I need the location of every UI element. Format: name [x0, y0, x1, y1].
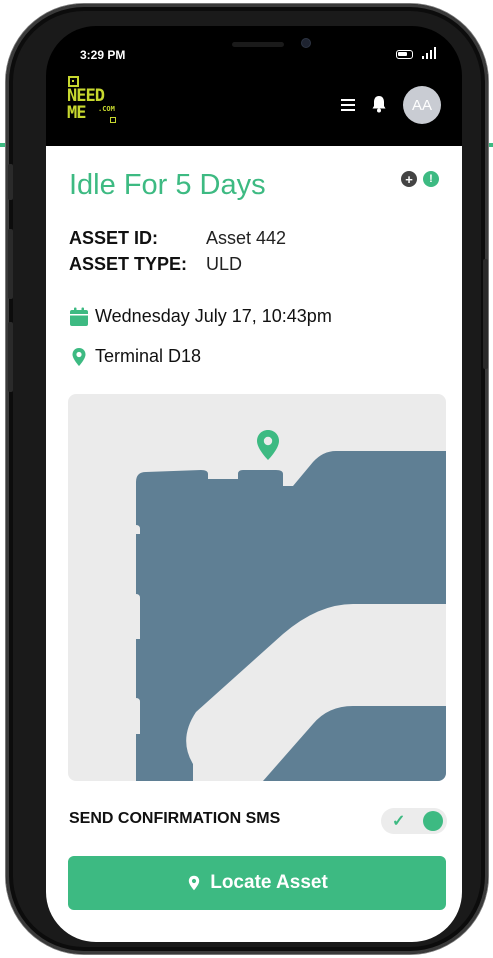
asset-map[interactable]	[68, 394, 446, 781]
asset-type-row: ASSET TYPE: ULD	[69, 254, 242, 275]
asset-id-row: ASSET ID: Asset 442	[69, 228, 286, 249]
logo-word-me: ME	[67, 103, 87, 123]
location-row: Terminal D18	[69, 346, 201, 367]
mute-switch	[8, 164, 13, 200]
signal-icon	[422, 47, 438, 59]
date-row: Wednesday July 17, 10:43pm	[69, 306, 332, 327]
terminal-annex	[263, 706, 446, 781]
volume-up-button	[8, 229, 13, 299]
asset-id-value: Asset 442	[206, 228, 287, 248]
camera-icon	[301, 38, 311, 48]
sms-toggle[interactable]: ✓	[381, 808, 447, 834]
avatar[interactable]: AA	[403, 86, 441, 124]
asset-type-label: ASSET TYPE:	[69, 254, 188, 274]
needme-logo[interactable]: NEED ME .COM	[67, 76, 128, 132]
page-title: Idle For 5 Days	[69, 169, 266, 201]
map-pin-icon	[72, 347, 86, 366]
map-pin-marker-icon[interactable]	[257, 430, 279, 460]
calendar-icon	[70, 307, 88, 326]
check-icon: ✓	[392, 813, 406, 830]
sms-toggle-label: SEND CONFIRMATION SMS	[69, 810, 281, 827]
power-button	[483, 259, 488, 369]
screen: 3:29 PM NEED ME .COM AA Idle For 5 Days	[46, 26, 462, 942]
asset-type-value: ULD	[206, 254, 243, 274]
date-text: Wednesday July 17, 10:43pm	[95, 306, 332, 326]
speaker-grille	[232, 42, 284, 47]
locate-asset-label: Locate Asset	[210, 872, 328, 893]
terminal-floor-plan	[136, 430, 446, 781]
asset-card: Idle For 5 Days + ! ASSET ID: Asset 442 A…	[46, 146, 462, 942]
logo-suffix: .COM	[98, 105, 115, 113]
logo-small-square-icon	[110, 117, 116, 123]
locate-asset-button[interactable]: Locate Asset	[68, 856, 446, 910]
card-actions: + !	[401, 171, 439, 187]
battery-icon	[396, 50, 413, 59]
location-text: Terminal D18	[95, 346, 202, 366]
asset-id-label: ASSET ID:	[69, 228, 159, 248]
status-time: 3:29 PM	[80, 48, 126, 62]
menu-icon[interactable]	[341, 99, 355, 111]
volume-down-button	[8, 322, 13, 392]
plus-circle-icon[interactable]: +	[401, 171, 417, 187]
map-pin-icon	[189, 875, 200, 891]
toggle-knob	[423, 811, 443, 831]
bell-icon[interactable]	[371, 95, 387, 113]
phone-frame: 3:29 PM NEED ME .COM AA Idle For 5 Days	[6, 4, 488, 954]
info-circle-icon[interactable]: !	[423, 171, 439, 187]
